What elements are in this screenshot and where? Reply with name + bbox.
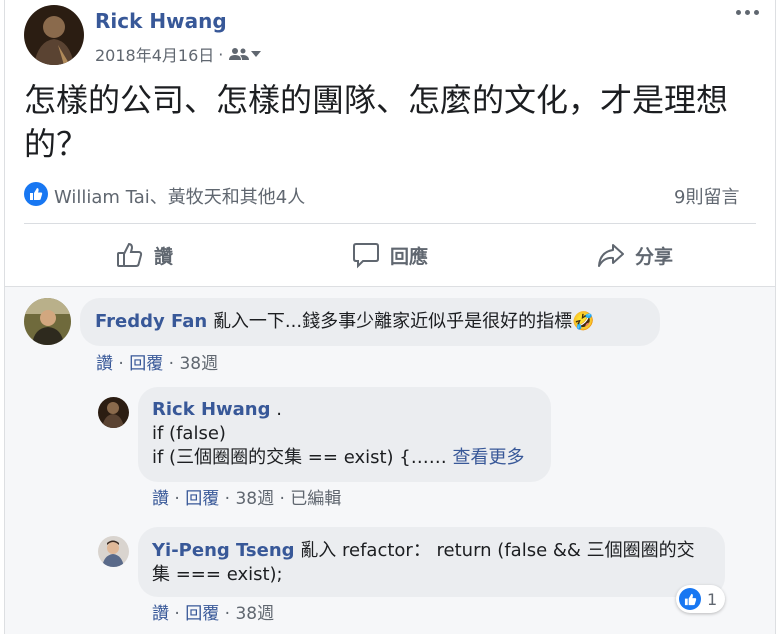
friends-icon[interactable] [229,47,262,61]
comment-author[interactable]: Freddy Fan [95,311,207,332]
comment-reaction-count[interactable]: 1 [676,585,726,613]
reply-line-2: if (false) [152,423,226,444]
reply-author-avatar[interactable] [98,536,129,567]
post-meta: 2018年4月16日 · [95,42,262,66]
reply-text: Rick Hwang . if (false) if (三個圈圈的交集 == e… [152,398,524,470]
reply-author[interactable]: Rick Hwang [152,399,270,420]
reaction-count: 1 [707,589,718,609]
comment-time[interactable]: 38週 [179,354,218,374]
comment-button[interactable]: 回應 [352,238,428,272]
comment-meta: 讚 · 回覆 · 38週 [96,354,219,374]
thumbs-up-icon [117,242,143,267]
share-button[interactable]: 分享 [597,238,673,272]
comment-reply-link[interactable]: 回覆 [129,354,163,374]
share-label: 分享 [635,245,674,268]
like-reaction-icon[interactable] [24,182,48,206]
reply-text: Yi-Peng Tseng 亂入 refactor： return (false… [152,539,712,587]
reply-line-3: if (三個圈圈的交集 == exist) {…… [152,447,447,468]
like-reaction-icon [679,588,701,610]
post-text: 怎樣的公司、怎樣的團隊、怎麼的文化，才是理想的？ [24,81,729,163]
comment-label: 回應 [390,245,429,268]
rofl-emoji-icon: 🤣 [572,311,595,332]
post-author-avatar[interactable] [24,5,84,65]
see-more-link[interactable]: 查看更多 [452,447,524,468]
reply-time[interactable]: 38週 [235,604,274,624]
post-author-name[interactable]: Rick Hwang [95,9,227,33]
comment-body: 亂入一下...錢多事少離家近似乎是很好的指標 [212,311,573,332]
post-date[interactable]: 2018年4月16日 [95,42,214,66]
reply-meta: 讚 · 回覆 · 38週 · 已編輯 [152,489,342,509]
like-button[interactable]: 讚 [116,238,173,272]
reply-body: . [270,399,282,420]
reply-time[interactable]: 38週 [235,489,274,509]
like-label: 讚 [154,245,174,268]
reactions-summary[interactable]: William Tai、黃牧天和其他4人 [54,183,305,209]
meta-separator: · [218,44,224,64]
reply-like-link[interactable]: 讚 [152,604,169,624]
chevron-down-icon [251,51,262,57]
reply-reply-link[interactable]: 回覆 [185,604,219,624]
reply-meta: 讚 · 回覆 · 38週 [152,604,275,624]
commenter-avatar[interactable] [24,298,71,345]
comment-like-link[interactable]: 讚 [96,354,113,374]
reply-author-avatar[interactable] [98,397,129,428]
share-icon [598,244,624,267]
comment-text: Freddy Fan 亂入一下...錢多事少離家近似乎是很好的指標🤣 [95,310,595,334]
comments-count[interactable]: 9則留言 [674,183,739,209]
reply-reply-link[interactable]: 回覆 [185,489,219,509]
more-options-icon[interactable] [736,10,759,15]
comment-icon [353,243,379,269]
reply-like-link[interactable]: 讚 [152,489,169,509]
reply-author[interactable]: Yi-Peng Tseng [152,540,295,561]
reply-edited[interactable]: 已編輯 [290,489,341,509]
reactions-divider [24,223,756,224]
